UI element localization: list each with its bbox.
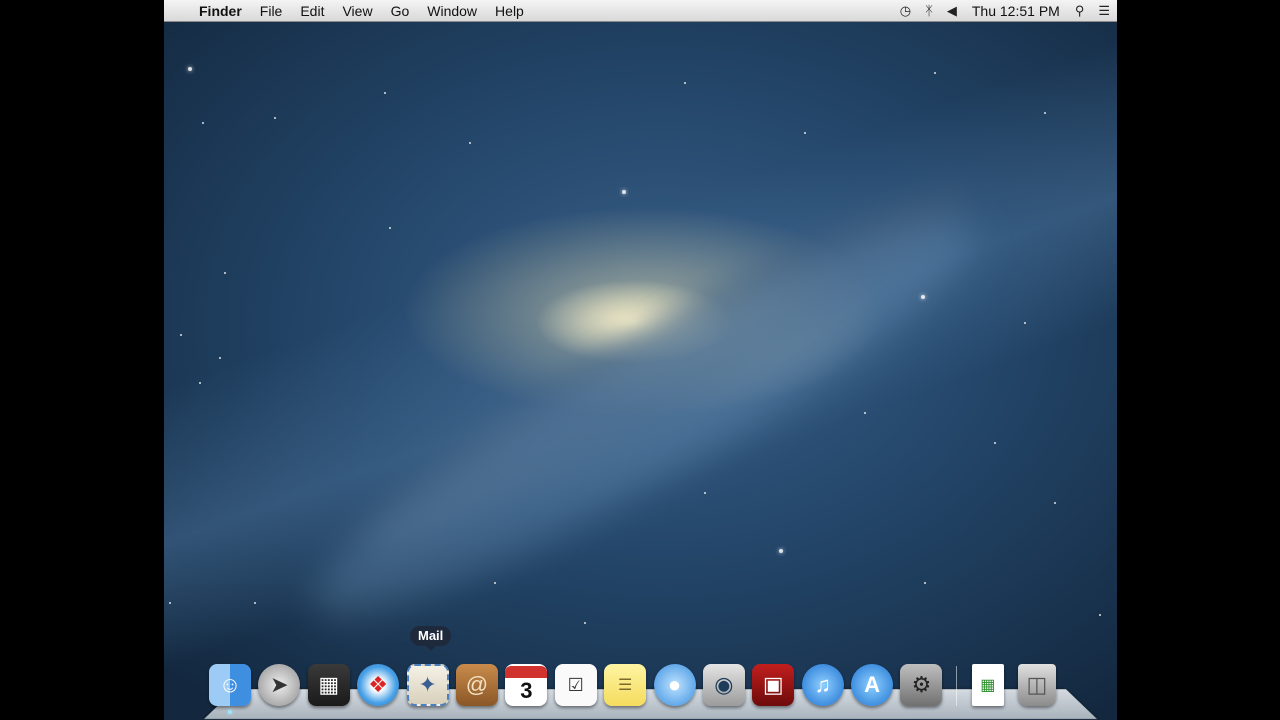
menu-go[interactable]: Go (382, 0, 419, 22)
calendar-day: 3 (520, 678, 533, 703)
dock-separator (955, 666, 957, 706)
menu-clock[interactable]: Thu 12:51 PM (964, 0, 1068, 22)
star (1054, 502, 1056, 504)
star (684, 82, 686, 84)
reminders-icon[interactable]: ☑ (554, 664, 597, 706)
photo-booth-icon[interactable]: ▣ (752, 664, 795, 706)
finder-icon[interactable]: ☺ (209, 664, 251, 714)
star (254, 602, 256, 604)
menu-edit[interactable]: Edit (291, 0, 333, 22)
contacts-icon[interactable]: @ (455, 664, 498, 706)
star (584, 622, 586, 624)
desktop-wallpaper (164, 22, 1117, 720)
notification-center-icon[interactable]: ☰ (1091, 0, 1117, 22)
app-store-icon[interactable]: A (851, 664, 894, 706)
star (219, 357, 221, 359)
star (924, 582, 926, 584)
calendar-icon[interactable]: 3 (505, 664, 548, 706)
facetime-icon[interactable]: ◉ (702, 664, 745, 706)
status-menus: ◷ ᛡ ◀ Thu 12:51 PM ⚲ ☰ (893, 0, 1117, 22)
star (169, 602, 171, 604)
star (389, 227, 391, 229)
mission-control-icon[interactable]: ▦ (307, 664, 350, 706)
star (188, 67, 192, 71)
menu-file[interactable]: File (251, 0, 292, 22)
menu-bar: Finder File Edit View Go Window Help ◷ ᛡ… (164, 0, 1117, 22)
messages-icon[interactable]: ● (653, 664, 696, 706)
menu-help[interactable]: Help (486, 0, 533, 22)
volume-icon[interactable]: ◀ (940, 0, 964, 22)
star (469, 142, 471, 144)
menu-view[interactable]: View (333, 0, 381, 22)
star (779, 549, 783, 553)
menu-app-finder[interactable]: Finder (190, 0, 251, 22)
star (199, 382, 201, 384)
calendar-header (505, 666, 548, 678)
launchpad-icon[interactable]: ➤ (258, 664, 301, 706)
galaxy-outer-arm (282, 170, 1006, 664)
star (202, 122, 204, 124)
star (274, 117, 276, 119)
system-preferences-icon[interactable]: ⚙ (900, 664, 943, 706)
star (622, 190, 626, 194)
star (1099, 614, 1101, 616)
itunes-icon[interactable]: ♫ (801, 664, 844, 706)
time-machine-icon[interactable]: ◷ (893, 0, 918, 22)
running-indicator (228, 710, 232, 714)
dock-tooltip: Mail (410, 626, 452, 651)
star (1044, 112, 1046, 114)
notes-icon[interactable]: ☰ (604, 664, 647, 706)
star (864, 412, 866, 414)
star (921, 295, 925, 299)
star (1024, 322, 1026, 324)
star (384, 92, 386, 94)
desktop-screen: Finder File Edit View Go Window Help ◷ ᛡ… (164, 0, 1117, 720)
star (994, 442, 996, 444)
document-icon[interactable]: ▦ (971, 664, 1004, 706)
trash-icon[interactable]: ◫ (1017, 664, 1056, 706)
mail-icon[interactable]: ✦ (406, 664, 449, 706)
star (494, 582, 496, 584)
safari-icon[interactable]: ❖ (357, 664, 400, 706)
star (804, 132, 806, 134)
spotlight-icon[interactable]: ⚲ (1068, 0, 1092, 22)
star (934, 72, 936, 74)
star (224, 272, 226, 274)
bluetooth-icon[interactable]: ᛡ (918, 0, 940, 22)
star (180, 334, 182, 336)
star (704, 492, 706, 494)
menu-window[interactable]: Window (418, 0, 486, 22)
dock: ☺ ➤ ▦ ❖ ✦ @ 3 ☑ ☰ ● ◉ ▣ ♫ A ⚙ ▦ ◫ (209, 656, 1063, 714)
